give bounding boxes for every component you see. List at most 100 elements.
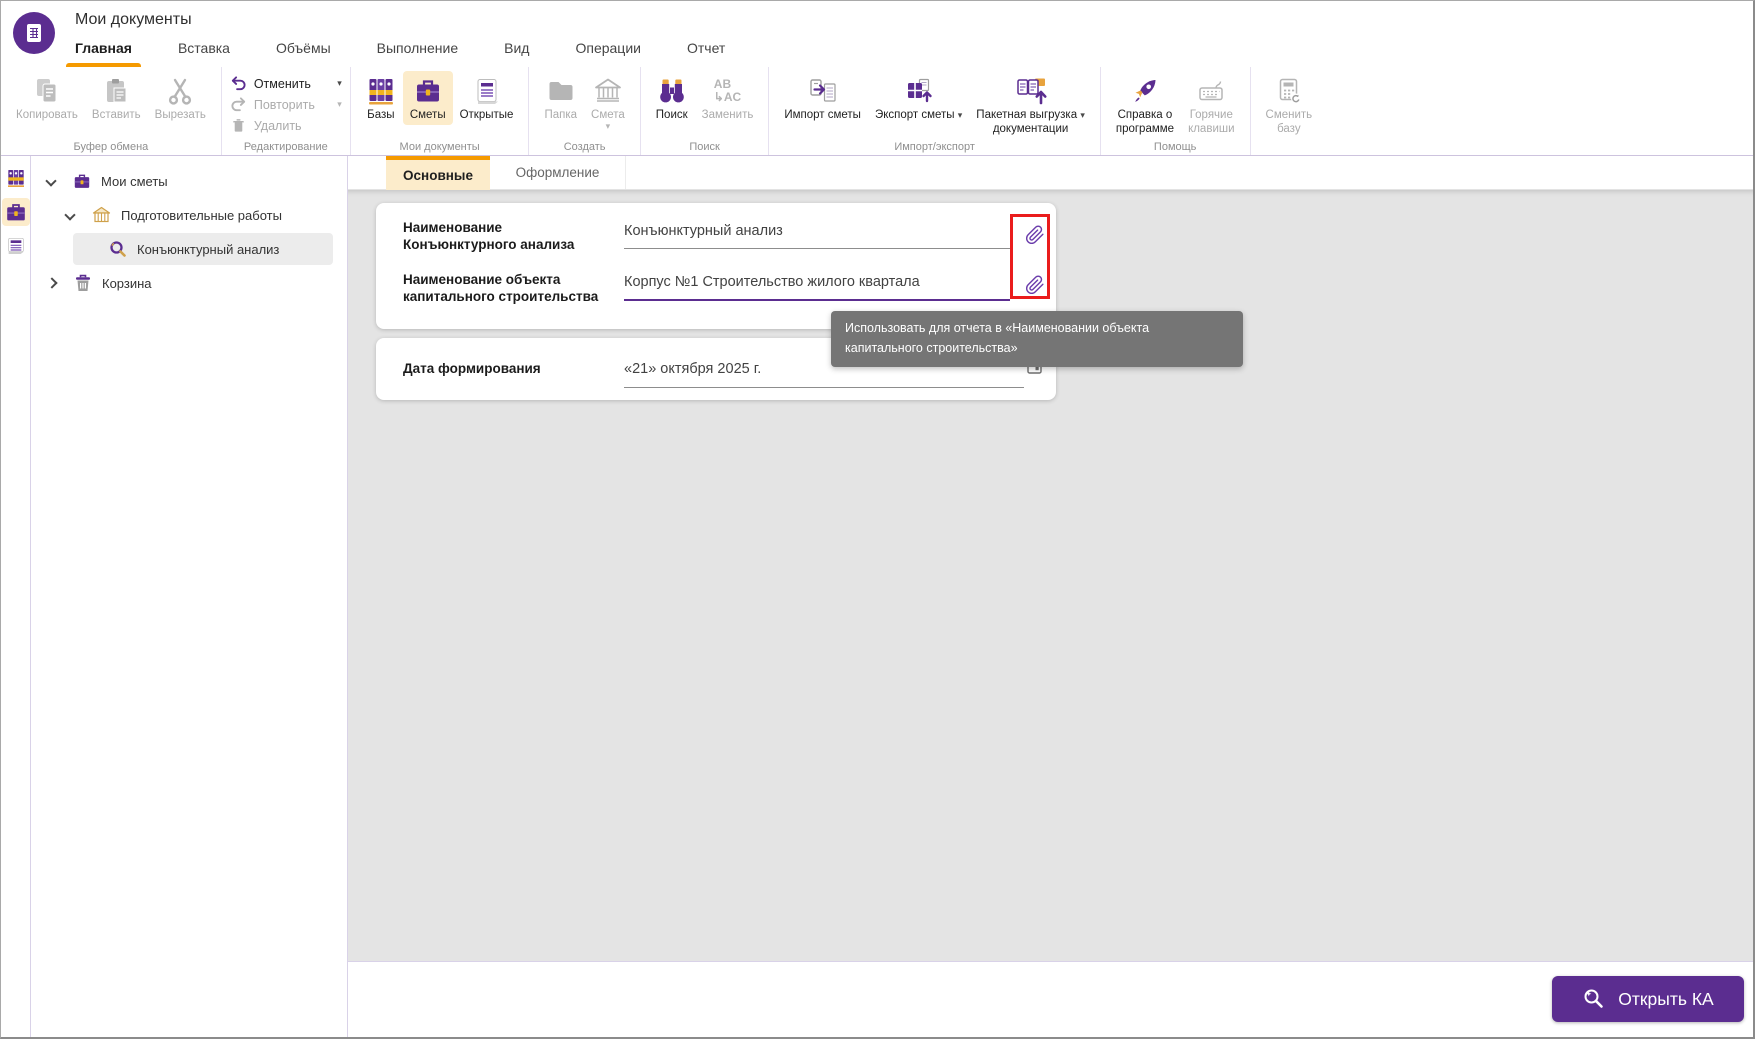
magnifier-sparkle-icon (1582, 987, 1606, 1011)
title-column: Мои документы Главная Вставка Объёмы Вып… (55, 1, 1753, 67)
binoculars-icon (657, 74, 687, 108)
chevron-down-icon[interactable]: ▾ (1080, 110, 1085, 120)
calculator-refresh-icon (1274, 74, 1304, 108)
chevron-down-icon[interactable]: ▾ (958, 110, 963, 120)
rocket-icon (1130, 74, 1160, 108)
batch-export-button[interactable]: Пакетная выгрузка ▾документации (969, 71, 1092, 140)
briefcase-icon (73, 172, 91, 190)
open-ka-button[interactable]: Открыть КА (1552, 976, 1744, 1022)
estimates-tree: Мои сметы Подготовительные работы Конъюн… (31, 156, 348, 1037)
export-estimate-button[interactable]: Экспорт сметы ▾ (868, 71, 969, 125)
group-label-create: Создать (529, 141, 639, 153)
ribbon-group-clipboard: Копировать Вставить Вырезать Буфер обмен… (1, 67, 222, 155)
new-folder-button[interactable]: Папка (537, 71, 584, 125)
chevron-down-icon[interactable]: ▾ (337, 79, 342, 88)
strip-open-docs-button[interactable] (3, 232, 29, 260)
redo-icon (230, 96, 247, 113)
menu-tab-glavnaya[interactable]: Главная (75, 29, 132, 67)
menu-tab-otchet[interactable]: Отчет (687, 29, 725, 67)
chevron-down-icon[interactable]: ▾ (606, 122, 611, 131)
tab-main[interactable]: Основные (386, 156, 490, 190)
replace-button[interactable]: AB↳AC Заменить (695, 71, 761, 125)
house-icon (92, 206, 111, 224)
delete-button[interactable]: Удалить (230, 115, 342, 136)
ribbon-group-create: Папка Смета ▾ Создать (529, 67, 640, 155)
databases-icon (366, 74, 396, 108)
body-row: Мои сметы Подготовительные работы Конъюн… (1, 156, 1753, 1037)
group-label-help: Помощь (1101, 141, 1250, 153)
tree-item-label: Подготовительные работы (121, 208, 282, 223)
redo-button[interactable]: Повторить ▾ (230, 94, 342, 115)
import-estimate-button[interactable]: Импорт сметы (777, 71, 868, 125)
copy-icon (32, 74, 62, 108)
group-label-clipboard: Буфер обмена (1, 141, 221, 153)
paste-button[interactable]: Вставить (85, 71, 148, 125)
tree-item-my-estimates[interactable]: Мои сметы (31, 164, 347, 198)
trash-icon (230, 117, 247, 134)
ribbon-group-my-documents: Базы Сметы Открытые Мои документы (351, 67, 530, 155)
search-button[interactable]: Поиск (649, 71, 695, 125)
bases-button[interactable]: Базы (359, 71, 403, 125)
about-button[interactable]: Справка опрограмме (1109, 71, 1181, 140)
content-area: Основные Оформление Наименование Конъюнк… (348, 156, 1753, 1037)
import-icon (808, 74, 838, 108)
hotkeys-button[interactable]: Горячиеклавиши (1181, 71, 1241, 140)
ribbon-group-help: Справка опрограмме Горячиеклавиши Помощь (1101, 67, 1251, 155)
tree-item-label: Мои сметы (101, 174, 168, 189)
briefcase-icon (413, 74, 443, 108)
tooltip: Использовать для отчета в «Наименовании … (831, 311, 1243, 367)
field-label-analysis-name: Наименование Конъюнктурного анализа (403, 219, 608, 253)
strip-estimates-button[interactable] (2, 198, 30, 226)
app-logo (13, 12, 55, 54)
menu-tab-operacii[interactable]: Операции (575, 29, 641, 67)
estimates-button[interactable]: Сметы (403, 71, 453, 125)
tab-formatting[interactable]: Оформление (490, 156, 626, 189)
undo-icon (230, 75, 247, 92)
chevron-down-icon[interactable] (64, 209, 75, 220)
group-label-my-documents: Мои документы (351, 141, 529, 153)
ribbon-spacer (1327, 67, 1753, 155)
chevron-down-icon[interactable]: ▾ (337, 100, 342, 109)
scissors-icon (165, 74, 195, 108)
house-icon (593, 74, 623, 108)
tree-item-preparatory-works[interactable]: Подготовительные работы (31, 198, 347, 232)
field-label-object-name: Наименование объекта капитального строит… (403, 271, 608, 305)
ribbon-group-import-export: Импорт сметы Экспорт сметы ▾ Пакетная вы… (769, 67, 1101, 155)
chevron-down-icon[interactable] (45, 175, 56, 186)
trash-icon (74, 274, 92, 293)
cut-button[interactable]: Вырезать (148, 71, 213, 125)
tree-item-label: Конъюнктурный анализ (137, 242, 279, 257)
open-documents-button[interactable]: Открытые (453, 71, 521, 125)
app-window: Мои документы Главная Вставка Объёмы Вып… (0, 0, 1755, 1039)
menu-tab-vypolnenie[interactable]: Выполнение (377, 29, 458, 67)
menu-tab-vstavka[interactable]: Вставка (178, 29, 230, 67)
red-highlight-box (1010, 214, 1050, 299)
page-title: Мои документы (75, 1, 1753, 29)
databases-icon (6, 167, 26, 189)
batch-export-icon (1015, 74, 1047, 108)
tree-item-recycle-bin[interactable]: Корзина (31, 266, 347, 300)
tree-item-market-analysis[interactable]: Конъюнктурный анализ (73, 233, 333, 265)
change-base-button[interactable]: Сменитьбазу (1259, 71, 1320, 140)
open-docs-icon (472, 74, 502, 108)
export-icon (904, 74, 934, 108)
strip-bases-button[interactable] (3, 164, 29, 192)
magnifier-icon (109, 240, 127, 258)
folder-icon (546, 74, 576, 108)
object-name-input[interactable]: Корпус №1 Строительство жилого квартала (624, 265, 1010, 301)
ribbon-group-editing: Отменить ▾ Повторить ▾ Удалить Редактиро… (222, 67, 351, 155)
group-label-search: Поиск (641, 141, 769, 153)
new-estimate-button[interactable]: Смета ▾ (584, 71, 632, 134)
copy-button[interactable]: Копировать (9, 71, 85, 125)
chevron-right-icon[interactable] (46, 277, 57, 288)
tree-item-label: Корзина (102, 276, 152, 291)
paste-icon (101, 74, 131, 108)
analysis-name-input[interactable]: Конъюнктурный анализ (624, 213, 1010, 249)
detail-tab-bar: Основные Оформление (348, 156, 1753, 190)
title-bar: Мои документы Главная Вставка Объёмы Вып… (1, 1, 1753, 67)
undo-button[interactable]: Отменить ▾ (230, 73, 342, 94)
menu-tab-vid[interactable]: Вид (504, 29, 529, 67)
menu-tab-obyomy[interactable]: Объёмы (276, 29, 331, 67)
editing-column: Отменить ▾ Повторить ▾ Удалить (230, 71, 342, 136)
field-label-date: Дата формирования (403, 360, 633, 377)
